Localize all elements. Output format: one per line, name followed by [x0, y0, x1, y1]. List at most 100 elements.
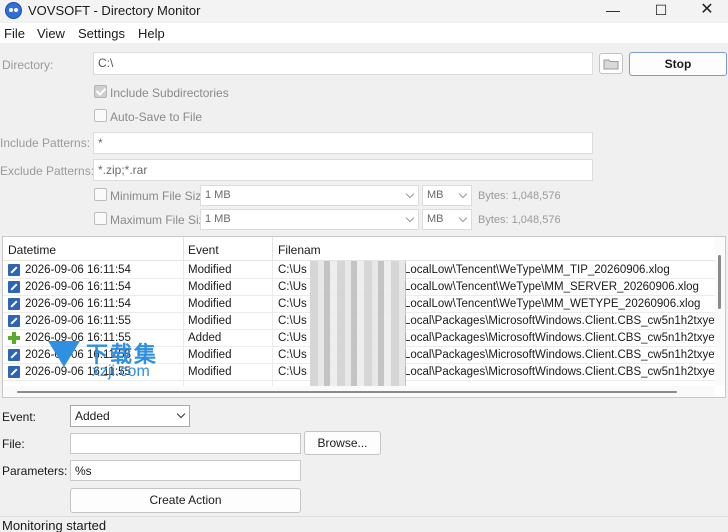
include-subdirectories-checkbox[interactable] — [94, 85, 107, 98]
added-plus-icon — [8, 332, 20, 344]
watermark-url: xzji.com — [92, 363, 150, 380]
row-event: Modified — [188, 264, 232, 276]
row-path-start: C:\Us — [278, 281, 307, 293]
watermark: 下载集 xzji.com — [46, 337, 186, 385]
row-path-end: Local\Packages\MicrosoftWindows.Client.C… — [404, 332, 726, 344]
column-header-datetime[interactable]: Datetime — [8, 243, 56, 257]
scrollbar-thumb[interactable] — [718, 255, 721, 309]
window-title: VOVSOFT - Directory Monitor — [28, 3, 201, 18]
row-path-end: Local\Packages\MicrosoftWindows.Client.C… — [404, 349, 726, 361]
status-bar: Monitoring started — [0, 516, 728, 532]
table-header: Datetime Event Filenam — [3, 237, 725, 261]
directory-input[interactable]: C:\ — [93, 52, 593, 75]
modified-icon — [8, 264, 20, 276]
minimum-size-value: 1 MB — [205, 189, 231, 201]
row-datetime: 2026-09-06 16:11:55 — [25, 315, 131, 327]
row-event: Modified — [188, 366, 232, 378]
event-combobox[interactable]: Added — [70, 405, 190, 427]
column-header-filename[interactable]: Filenam — [278, 243, 321, 257]
minimize-button[interactable]: — — [590, 0, 636, 22]
row-path-start: C:\Us — [278, 349, 307, 361]
include-subdirectories-label: Include Subdirectories — [110, 86, 229, 100]
modified-icon — [8, 315, 20, 327]
maximum-unit-combobox[interactable]: MB — [422, 209, 472, 230]
menu-settings[interactable]: Settings — [78, 26, 125, 41]
menu-file[interactable]: File — [4, 26, 25, 41]
row-path-start: C:\Us — [278, 332, 307, 344]
row-event: Modified — [188, 349, 232, 361]
minimum-unit-combobox[interactable]: MB — [422, 185, 472, 206]
maximum-size-combobox[interactable]: 1 MB — [200, 209, 419, 230]
menu-view[interactable]: View — [37, 26, 65, 41]
row-path-end: Local\Packages\MicrosoftWindows.Client.C… — [404, 366, 726, 378]
chevron-down-icon — [458, 189, 468, 199]
column-divider — [272, 237, 273, 261]
row-datetime: 2026-09-06 16:11:54 — [25, 298, 131, 310]
modified-icon — [8, 349, 20, 361]
modified-icon — [8, 281, 20, 293]
maximum-size-value: 1 MB — [205, 213, 231, 225]
maximize-button[interactable]: ☐ — [638, 0, 684, 22]
row-path-start: C:\Us — [278, 298, 307, 310]
file-label: File: — [2, 437, 25, 451]
column-divider — [183, 237, 184, 261]
modified-icon — [8, 298, 20, 310]
menu-bar: File View Settings Help — [0, 23, 728, 43]
chevron-down-icon — [176, 409, 186, 419]
chevron-down-icon — [458, 213, 468, 223]
minimum-unit-value: MB — [427, 189, 444, 201]
stop-button[interactable]: Stop — [629, 52, 727, 76]
menu-help[interactable]: Help — [138, 26, 165, 41]
status-text: Monitoring started — [2, 518, 107, 532]
browse-folder-button[interactable] — [599, 53, 623, 74]
event-combobox-value: Added — [75, 409, 110, 423]
folder-icon — [603, 59, 619, 70]
row-path-start: C:\Us — [278, 315, 307, 327]
minimum-file-size-label: Minimum File Size: — [110, 189, 212, 203]
row-path-end: LocalLow\Tencent\WeType\MM_SERVER_202609… — [404, 281, 699, 293]
row-event: Added — [188, 332, 222, 344]
row-event: Modified — [188, 298, 232, 310]
include-patterns-input[interactable]: * — [93, 132, 593, 154]
maximum-file-size-checkbox[interactable] — [94, 212, 107, 225]
row-path-end: LocalLow\Tencent\WeType\MM_WETYPE_202609… — [404, 298, 701, 310]
browse-button[interactable]: Browse... — [304, 431, 381, 455]
horizontal-scrollbar[interactable] — [3, 386, 715, 397]
app-logo-icon — [5, 2, 22, 19]
minimum-bytes-text: Bytes: 1,048,576 — [478, 190, 561, 202]
minimum-file-size-checkbox[interactable] — [94, 188, 107, 201]
row-datetime: 2026-09-06 16:11:54 — [25, 264, 131, 276]
row-path-end: Local\Packages\MicrosoftWindows.Client.C… — [404, 315, 726, 327]
event-label: Event: — [2, 410, 37, 424]
minimum-size-combobox[interactable]: 1 MB — [200, 185, 419, 206]
directory-label: Directory: — [2, 58, 54, 72]
auto-save-checkbox[interactable] — [94, 109, 107, 122]
parameters-input[interactable]: %s — [70, 460, 301, 481]
parameters-label: Parameters: — [2, 464, 68, 478]
modified-icon — [8, 366, 20, 378]
chevron-down-icon — [405, 213, 415, 223]
chevron-down-icon — [405, 189, 415, 199]
watermark-logo-icon — [46, 337, 80, 377]
redacted-path-area — [310, 261, 406, 387]
row-path-start: C:\Us — [278, 264, 307, 276]
exclude-patterns-input[interactable]: *.zip;*.rar — [93, 159, 593, 181]
vertical-scrollbar[interactable] — [715, 237, 725, 385]
exclude-patterns-label: Exclude Patterns: — [0, 164, 95, 178]
row-event: Modified — [188, 315, 232, 327]
include-patterns-label: Include Patterns: — [0, 136, 91, 150]
maximum-bytes-text: Bytes: 1,048,576 — [478, 214, 561, 226]
row-datetime: 2026-09-06 16:11:54 — [25, 281, 131, 293]
create-action-button[interactable]: Create Action — [70, 488, 301, 513]
maximum-file-size-label: Maximum File Size: — [110, 213, 215, 227]
file-input[interactable] — [70, 433, 301, 454]
maximum-unit-value: MB — [427, 213, 444, 225]
row-event: Modified — [188, 281, 232, 293]
column-header-event[interactable]: Event — [188, 243, 219, 257]
close-button[interactable]: ✕ — [684, 0, 728, 22]
scrollbar-thumb[interactable] — [17, 391, 677, 393]
row-path-start: C:\Us — [278, 366, 307, 378]
auto-save-label: Auto-Save to File — [110, 110, 203, 124]
title-bar: VOVSOFT - Directory Monitor — ☐ ✕ — [0, 0, 728, 22]
row-path-end: LocalLow\Tencent\WeType\MM_TIP_20260906.… — [404, 264, 670, 276]
